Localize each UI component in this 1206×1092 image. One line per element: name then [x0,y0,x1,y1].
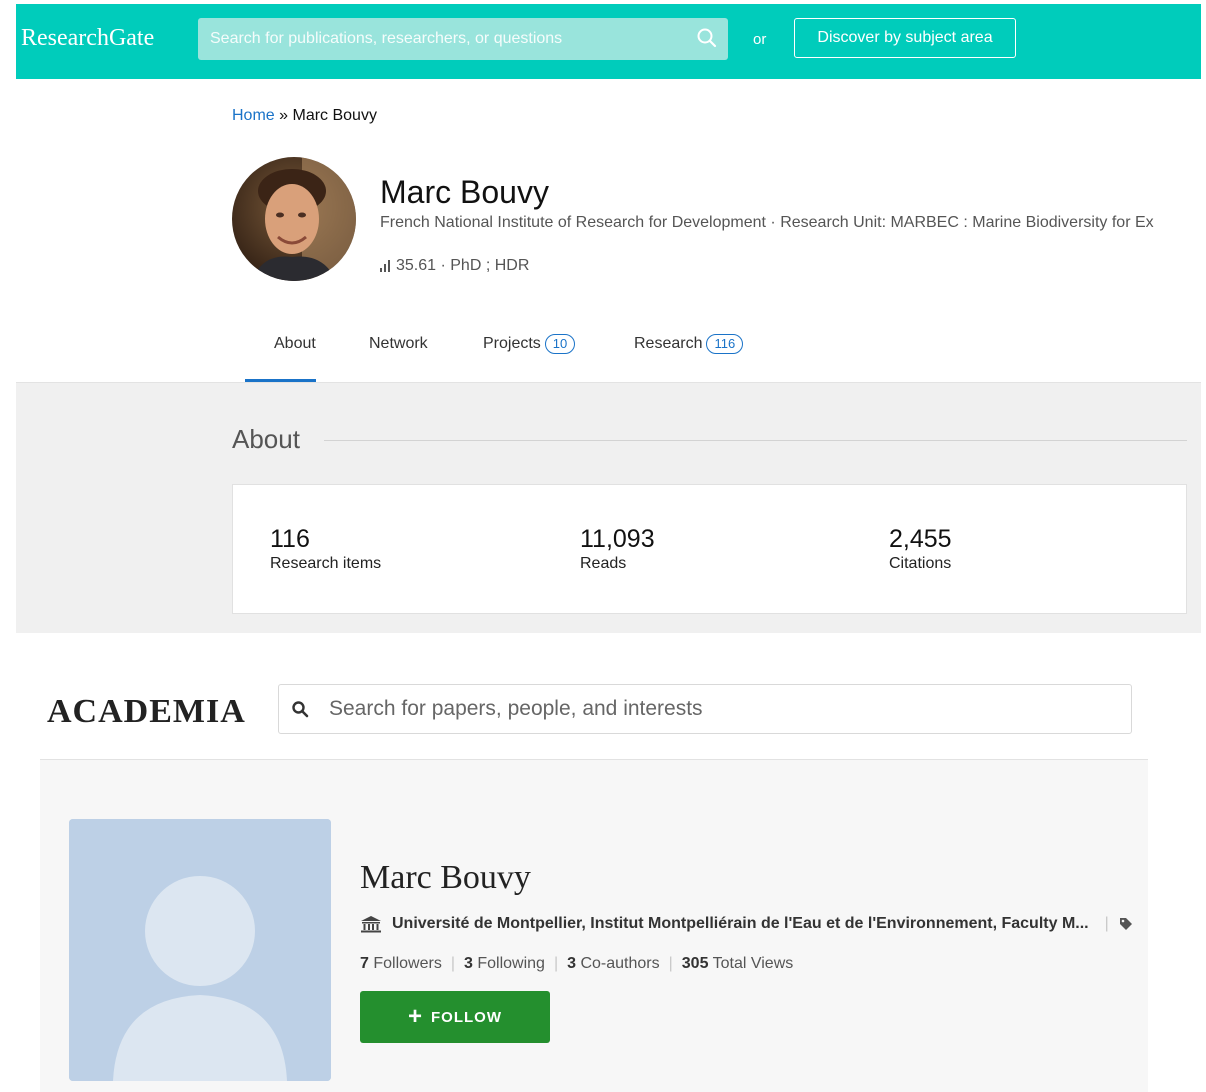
tag-icon [1119,918,1132,930]
about-heading-rule [324,440,1187,441]
stat-value: 2,455 [889,525,952,553]
breadcrumb-separator: » [274,107,293,124]
breadcrumb-home-link[interactable]: Home [232,107,275,124]
tab-label: Projects [483,335,541,352]
separator: | [553,955,559,972]
academia-search-input[interactable] [329,685,1119,733]
search-icon [292,701,309,718]
profile-affiliation: Université de Montpellier, Institut Mont… [360,915,1148,933]
researchgate-logo[interactable]: ResearchGate [21,25,154,52]
about-heading: About [232,424,300,454]
researchgate-search-input[interactable] [198,18,688,60]
followers-link[interactable]: 7 Followers [360,955,442,972]
researchgate-search [198,18,728,60]
breadcrumb: Home » Marc Bouvy [232,107,377,125]
coauthors-link[interactable]: 3 Co-authors [567,955,660,972]
tab-label: Research [634,335,703,352]
profile-tabs: About Network Projects 10 Research 116 [232,324,1201,382]
separator: | [450,955,455,972]
separator: | [668,955,673,972]
profile-institution[interactable]: French National Institute of Research fo… [380,214,1201,232]
profile-name: Marc Bouvy [380,174,549,210]
stat-label: Citations [889,555,952,572]
or-text: or [753,31,767,48]
tab-network[interactable]: Network [369,333,428,355]
stats-card: 116 Research items 11,093 Reads 2,455 Ci… [232,484,1187,614]
profile-panel: Marc Bouvy Université de Montpellier, In… [40,760,1148,1092]
avatar-placeholder [69,819,331,1081]
stat-label: Research items [270,555,382,572]
affiliation-link[interactable]: Université de Montpellier, Institut Mont… [392,915,1089,933]
tab-about[interactable]: About [274,333,316,355]
bar-chart-icon [380,260,390,272]
stat-value: 11,093 [580,525,655,553]
search-icon[interactable] [696,27,718,49]
plus-icon: + [408,1003,424,1030]
researchgate-profile: ResearchGate or Discover by subject area… [16,4,1201,633]
tab-research[interactable]: Research 116 [634,333,744,355]
following-link[interactable]: 3 Following [464,955,545,972]
researchgate-header: ResearchGate or Discover by subject area [16,4,1201,79]
stat-research-items: 116 Research items [270,525,381,573]
stat-value: 116 [270,525,310,553]
tab-count-badge: 116 [706,334,744,354]
tab-count-badge: 10 [544,334,576,354]
follow-button[interactable]: + FOLLOW [360,991,550,1043]
stat-label: Reads [580,555,627,572]
separator: | [1104,915,1109,932]
academia-search [278,684,1132,734]
stat-reads: 11,093 Reads [580,525,655,573]
avatar[interactable] [232,157,356,281]
profile-name: Marc Bouvy [360,859,531,896]
stat-citations: 2,455 Citations [889,525,952,573]
tab-projects[interactable]: Projects 10 [483,333,576,355]
discover-subject-button[interactable]: Discover by subject area [794,18,1016,58]
follow-button-label: FOLLOW [431,1008,502,1026]
tab-label: About [274,335,316,352]
academia-profile: ACADEMIA Marc Bouvy [0,650,1206,1092]
institution-icon [361,916,381,933]
rg-score: 35.61 · PhD ; HDR [380,257,529,275]
profile-stats: 7 Followers | 3 Following | 3 Co-authors | 305… [360,955,793,973]
total-views: 305 Total Views [681,955,794,972]
rg-score-text: 35.61 · PhD ; HDR [396,257,530,274]
academia-logo[interactable]: ACADEMIA [47,693,246,731]
tab-label: Network [369,335,428,352]
breadcrumb-current: Marc Bouvy [292,107,377,124]
